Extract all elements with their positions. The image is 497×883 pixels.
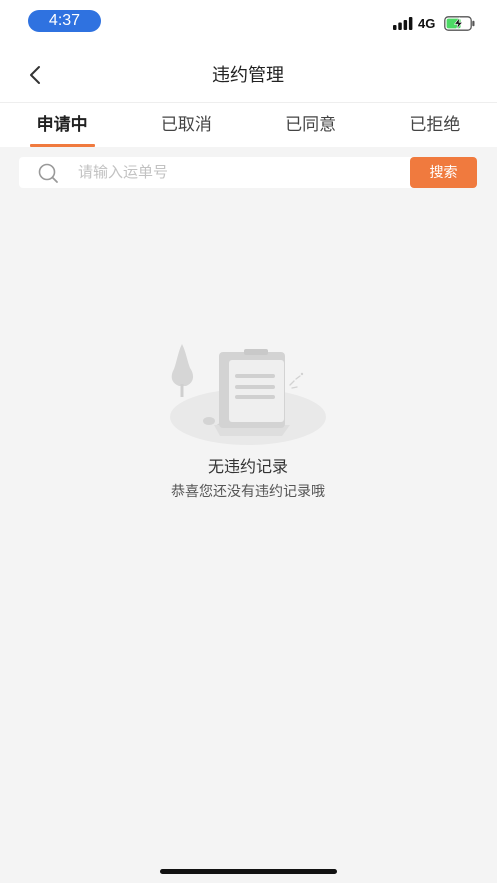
empty-state-title: 无违约记录	[207, 459, 288, 476]
tab-applying[interactable]: 申请中	[0, 103, 124, 147]
clipboard-clip	[244, 349, 268, 355]
signal-icon	[393, 17, 413, 30]
page-title: 违约管理	[212, 65, 284, 85]
active-tab-indicator	[30, 144, 95, 147]
battery-charging-icon	[444, 16, 475, 31]
back-button[interactable]	[20, 60, 50, 90]
empty-state-subtitle: 恭喜您还没有违约记录哦	[171, 483, 325, 499]
waybill-search-input[interactable]	[78, 157, 398, 188]
network-type: 4G	[418, 16, 436, 31]
tab-cancelled[interactable]: 已取消	[124, 103, 248, 147]
tab-agreed[interactable]: 已同意	[249, 103, 373, 147]
sparkle-dash	[291, 386, 298, 389]
pebble-icon	[203, 417, 215, 425]
status-tabs: 申请中 已取消 已同意 已拒绝	[0, 103, 497, 147]
chevron-left-icon	[30, 66, 40, 84]
sparkle-dot	[300, 372, 304, 376]
search-bar	[19, 157, 477, 188]
sparkle-dash	[289, 380, 295, 386]
clipboard-paper	[229, 360, 284, 422]
search-icon	[38, 163, 58, 183]
search-button[interactable]: 搜索	[410, 157, 477, 188]
sparkle-dash	[295, 375, 301, 380]
home-indicator[interactable]	[160, 869, 337, 874]
empty-clipboard-illustration	[170, 344, 326, 445]
tab-rejected[interactable]: 已拒绝	[373, 103, 497, 147]
status-time: 4:37	[28, 10, 101, 32]
tree-icon	[171, 344, 194, 386]
tree-trunk	[180, 384, 184, 397]
